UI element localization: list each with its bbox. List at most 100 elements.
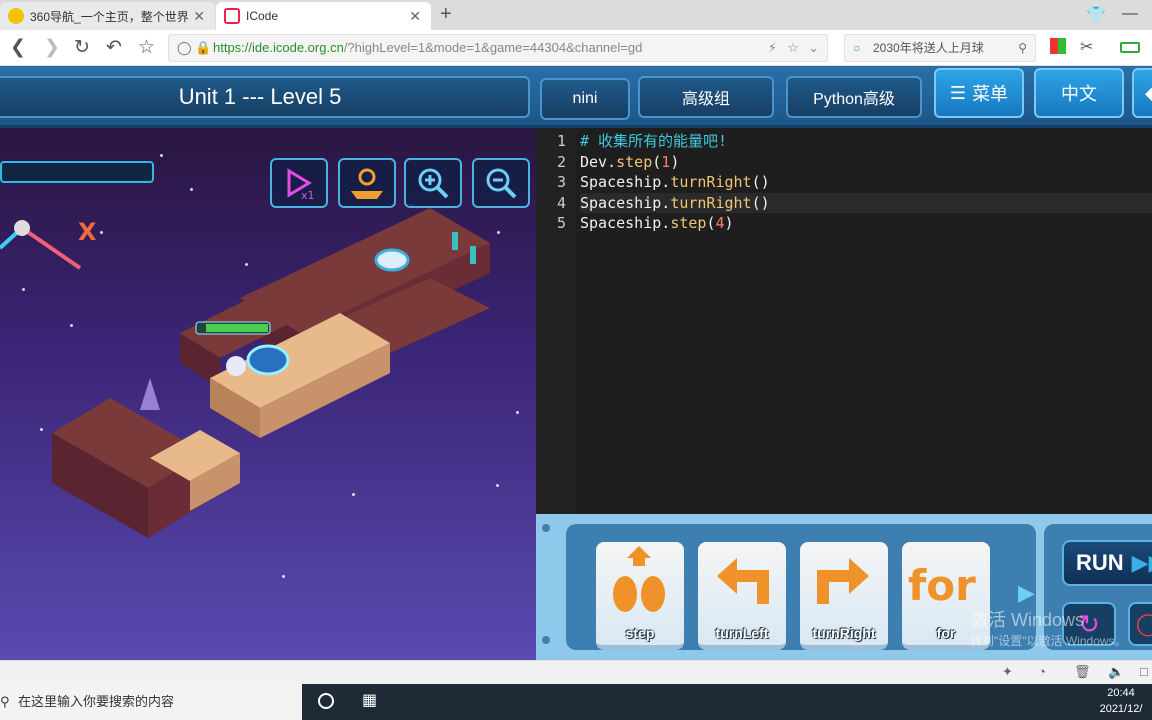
- level-title: Unit 1 --- Level 5: [0, 76, 530, 118]
- code-token: turnRight: [670, 173, 752, 191]
- taskbar-search-input[interactable]: ⚲ 在这里输入你要搜索的内容: [0, 684, 302, 720]
- block-label: for: [936, 625, 956, 641]
- url-path: /?highLevel=1&mode=1&game=44304&channel=…: [343, 40, 643, 55]
- 360-logo-icon: [8, 8, 24, 24]
- task-view-icon[interactable]: ▦: [362, 690, 377, 710]
- code-line[interactable]: # 收集所有的能量吧!: [580, 131, 1152, 152]
- apps-grid-icon[interactable]: [1050, 38, 1066, 54]
- minimize-icon[interactable]: —: [1122, 5, 1138, 23]
- code-token: # 收集所有的能量吧!: [580, 132, 728, 150]
- code-token: (): [751, 173, 770, 191]
- lock-icon: 🔒: [195, 40, 212, 55]
- compass-indicator: X: [0, 218, 97, 270]
- turn-left-arrow-icon: [717, 558, 769, 604]
- game-canvas[interactable]: x1 X: [0, 128, 536, 660]
- language-button[interactable]: 中文: [1034, 68, 1124, 118]
- back-icon[interactable]: ❮: [10, 36, 26, 59]
- svg-text:for: for: [908, 561, 976, 610]
- browser-status-bar: ✦ ◔ 🗑 🔈 □: [0, 660, 1152, 684]
- turn-right-block[interactable]: turnRight: [800, 542, 888, 650]
- tab-label: ICode: [246, 9, 279, 23]
- code-line[interactable]: Spaceship.turnRight(): [580, 192, 1152, 213]
- step-footprints-icon: [613, 546, 665, 612]
- tab-label: 360导航_一个主页，整个世界: [30, 9, 189, 24]
- user-button[interactable]: nini: [540, 78, 630, 120]
- windows-taskbar: ⚲ 在这里输入你要搜索的内容 ▦ 20:44 2021/12/: [0, 684, 1152, 720]
- tab-icode[interactable]: ICode ✕: [216, 2, 431, 30]
- line-number: 5: [556, 214, 566, 232]
- app-header: Unit 1 --- Level 5 nini 高级组 Python高级 ☰ 菜…: [0, 66, 1152, 128]
- chevron-down-icon[interactable]: ⌄: [808, 35, 819, 61]
- close-icon[interactable]: ✕: [193, 8, 205, 25]
- code-line[interactable]: Dev.step(1): [580, 152, 1152, 173]
- code-editor[interactable]: 12345 # 收集所有的能量吧! Dev.step(1) Spaceship.tu…: [536, 128, 1152, 514]
- scissors-icon[interactable]: ✂: [1080, 37, 1093, 57]
- code-token: ): [724, 214, 734, 232]
- step-block[interactable]: step: [596, 542, 684, 650]
- search-placeholder: 在这里输入你要搜索的内容: [18, 694, 175, 709]
- search-text: 2030年将送人上月球: [873, 41, 984, 55]
- code-line[interactable]: Spaceship.step(4): [580, 213, 1152, 234]
- forward-icon[interactable]: ❯: [44, 36, 60, 59]
- code-token: turnRight: [670, 193, 752, 212]
- block-label: turnLeft: [715, 625, 769, 641]
- code-token: step: [616, 152, 653, 171]
- browser-search-input[interactable]: ○ 2030年将送人上月球 ⚲: [844, 34, 1036, 62]
- line-number: 2: [556, 152, 566, 171]
- new-tab-icon[interactable]: +: [440, 3, 452, 26]
- code-token: (: [652, 152, 662, 171]
- run-label: RUN: [1076, 550, 1124, 575]
- tab-360[interactable]: 360导航_一个主页，整个世界 ✕: [0, 2, 215, 30]
- window-icon[interactable]: □: [1140, 664, 1148, 679]
- trash-icon[interactable]: 🗑: [1074, 664, 1091, 680]
- diamond-icon: ◆: [1145, 83, 1152, 104]
- reload-icon[interactable]: ↻: [74, 36, 90, 59]
- code-lines[interactable]: # 收集所有的能量吧! Dev.step(1) Spaceship.turnRigh…: [580, 128, 1152, 234]
- cortana-icon[interactable]: [318, 693, 334, 709]
- turn-left-block[interactable]: turnLeft: [698, 542, 786, 650]
- watermark-subtitle: 转到"设置"以激活 Windows。: [970, 634, 1127, 648]
- line-number: 4: [556, 193, 566, 212]
- shield-icon: ◯: [177, 40, 192, 55]
- speedometer-icon[interactable]: ◔: [1038, 664, 1046, 679]
- windows-activation-watermark: 激活 Windows 转到"设置"以激活 Windows。: [970, 606, 1152, 649]
- line-number-gutter: 1 2 3 4 5: [536, 128, 576, 514]
- menu-label: 菜单: [972, 84, 1009, 104]
- game-board: X: [0, 208, 490, 538]
- run-button[interactable]: RUN ▶▶: [1062, 540, 1152, 586]
- speaker-icon[interactable]: 🔈: [1108, 664, 1124, 680]
- energy-capsule: [374, 248, 410, 272]
- code-token: Dev.: [580, 152, 617, 171]
- side-toggle-button[interactable]: ◆: [1132, 68, 1152, 118]
- code-line[interactable]: Spaceship.turnRight(): [580, 172, 1152, 193]
- turn-right-arrow-icon: [817, 558, 869, 604]
- icode-logo-icon: [224, 8, 240, 24]
- line-number: 3: [556, 173, 566, 191]
- address-toolbar: ❮ ❯ ↻ ↶ ☆ ◯ 🔒 https://ide.icode.org.cn/?…: [0, 30, 1152, 66]
- close-icon[interactable]: ✕: [409, 8, 421, 25]
- line-number: 1: [556, 132, 566, 150]
- search-icon[interactable]: ⚲: [1018, 35, 1027, 61]
- block-label: turnRight: [812, 625, 876, 641]
- palette-next-icon[interactable]: ▶: [1018, 580, 1035, 606]
- url-bar[interactable]: ◯ 🔒 https://ide.icode.org.cn/?highLevel=…: [168, 34, 828, 62]
- battery-icon: [1120, 42, 1140, 53]
- taskbar-clock[interactable]: 20:44 2021/12/: [1090, 685, 1152, 717]
- rocket-icon[interactable]: ✦: [1002, 664, 1013, 680]
- lightning-icon[interactable]: ⚡: [768, 35, 777, 61]
- undo-icon[interactable]: ↶: [106, 36, 122, 59]
- code-token: ): [670, 152, 680, 171]
- palette-blocks-panel: step turnLeft turnRight for for ▶: [566, 524, 1036, 650]
- url-scheme: https://: [213, 40, 253, 55]
- menu-button[interactable]: ☰ 菜单: [934, 68, 1024, 118]
- code-token: Spaceship.: [580, 193, 671, 212]
- code-token: step: [670, 214, 707, 232]
- block-label: step: [625, 625, 655, 641]
- bookmark-star-icon[interactable]: ☆: [138, 36, 155, 59]
- shirt-icon[interactable]: 👕: [1086, 5, 1106, 25]
- favorite-star-icon[interactable]: ☆: [787, 35, 799, 61]
- group-button[interactable]: 高级组: [638, 76, 774, 118]
- course-button[interactable]: Python高级: [786, 76, 922, 118]
- code-token: Spaceship.: [580, 173, 671, 191]
- code-token: (): [751, 193, 770, 212]
